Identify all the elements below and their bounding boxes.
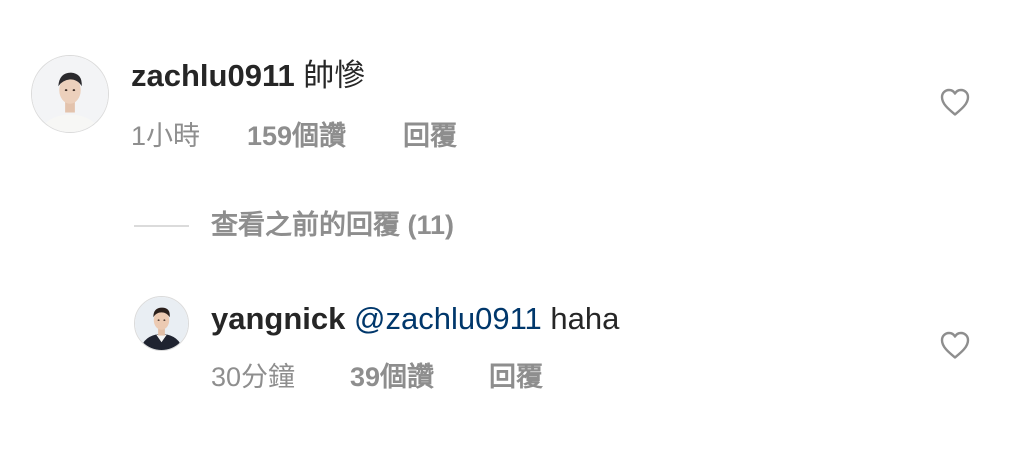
comment-meta: 1小時 159個讚 回覆 — [131, 119, 491, 153]
replies-divider — [134, 225, 189, 227]
comment-username[interactable]: zachlu0911 — [131, 58, 295, 93]
avatar-yangnick[interactable] — [134, 296, 189, 351]
reply-reply-button[interactable]: 回覆 — [489, 360, 543, 394]
comment-row: zachlu0911 帥慘 — [131, 56, 365, 96]
reply-text: haha — [550, 301, 620, 336]
reply-timestamp[interactable]: 30分鐘 — [211, 360, 295, 394]
avatar-zachlu0911[interactable] — [31, 55, 109, 133]
heart-outline-icon — [940, 88, 970, 116]
reply-mention-link[interactable]: @zachlu0911 — [354, 301, 542, 336]
comment-like-count[interactable]: 159個讚 — [247, 119, 346, 153]
heart-outline-icon — [940, 331, 970, 359]
comment-reply-button[interactable]: 回覆 — [403, 119, 457, 153]
view-previous-replies-label: 查看之前的回覆 (11) — [211, 210, 455, 240]
reply-like-count[interactable]: 39個讚 — [350, 360, 434, 394]
comment-text: 帥慘 — [303, 58, 366, 93]
reply-row: yangnick @zachlu0911 haha — [211, 299, 619, 339]
like-button[interactable] — [939, 330, 971, 360]
profile-photo-icon — [32, 56, 108, 132]
comment-timestamp[interactable]: 1小時 — [131, 119, 200, 153]
profile-photo-icon — [135, 297, 188, 350]
reply-username[interactable]: yangnick — [211, 301, 345, 336]
reply-meta: 30分鐘 39個讚 回覆 — [211, 360, 571, 394]
like-button[interactable] — [939, 87, 971, 117]
